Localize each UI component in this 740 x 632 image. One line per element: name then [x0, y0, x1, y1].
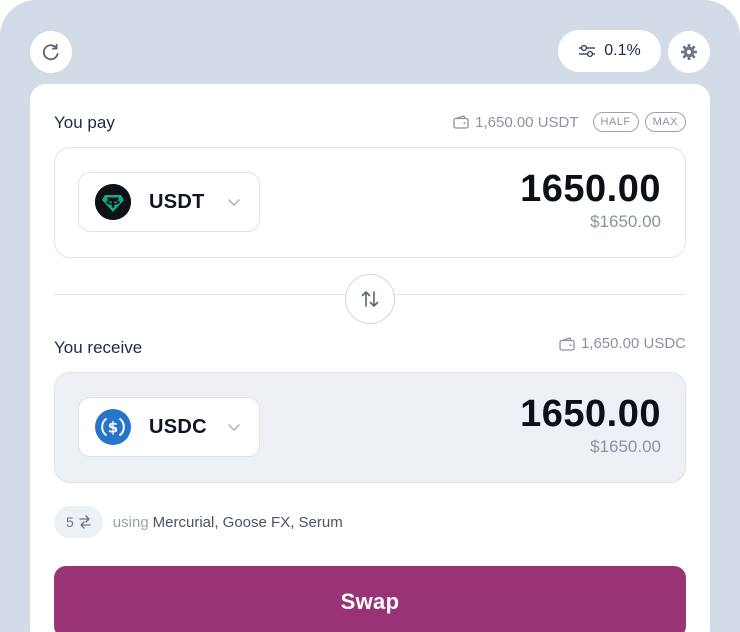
- svg-text:$: $: [108, 419, 118, 437]
- receive-balance: 1,650.00 USDC: [559, 335, 686, 352]
- route-icon: [79, 515, 91, 529]
- receive-amount: 1650.00: [520, 393, 661, 435]
- pay-amount-usd: $1650.00: [590, 212, 661, 231]
- max-button[interactable]: MAX: [644, 112, 686, 132]
- slippage-value: 0.1%: [604, 42, 641, 59]
- receive-token-name: USDC: [149, 415, 207, 438]
- pay-balance-text: 1,650.00 USDT: [475, 113, 579, 131]
- sliders-icon: [579, 44, 596, 58]
- receive-token-box: $ USDC 1650.00 $1650.00: [54, 372, 686, 483]
- switch-tokens-button[interactable]: [345, 274, 395, 324]
- chevron-down-icon: [228, 424, 240, 431]
- receive-token-select[interactable]: $ USDC: [78, 397, 260, 457]
- pay-balance: 1,650.00 USDT HALF MAX: [453, 112, 686, 132]
- wallet-icon: [453, 115, 469, 129]
- receive-label: You receive: [54, 338, 143, 357]
- swap-arrows-icon: [361, 291, 379, 307]
- route-info: 5 using Mercurial, Goose FX, Serum: [54, 506, 343, 538]
- chevron-down-icon: [228, 199, 240, 206]
- refresh-icon: [42, 43, 59, 61]
- gear-icon: [681, 44, 697, 60]
- wallet-icon: [559, 336, 575, 351]
- usdt-icon: [95, 184, 131, 220]
- route-using-label: using: [112, 513, 149, 531]
- refresh-button[interactable]: [30, 31, 72, 73]
- pay-token-select[interactable]: USDT: [78, 172, 260, 232]
- slippage-button[interactable]: 0.1%: [558, 30, 661, 72]
- receive-balance-text: 1,650.00 USDC: [580, 335, 686, 352]
- usdc-icon: $: [95, 409, 131, 445]
- pay-token-box: USDT 1650.00 $1650.00: [54, 147, 686, 258]
- pay-token-name: USDT: [149, 190, 205, 213]
- pay-label: You pay: [54, 113, 115, 132]
- settings-button[interactable]: [668, 31, 710, 73]
- route-dexes: Mercurial, Goose FX, Serum: [152, 513, 343, 531]
- receive-amount-usd: $1650.00: [590, 437, 661, 456]
- half-button[interactable]: HALF: [592, 112, 639, 132]
- pay-amount-input[interactable]: 1650.00: [520, 168, 661, 211]
- route-count-badge[interactable]: 5: [54, 506, 103, 538]
- swap-button[interactable]: Swap: [54, 566, 686, 632]
- route-count: 5: [66, 514, 74, 530]
- swap-panel: You pay 1,650.00 USDT HALF MAX USDT 1650…: [30, 84, 710, 632]
- swap-widget: 0.1% You pay 1,650.00 USDT HALF MAX USDT…: [0, 0, 740, 632]
